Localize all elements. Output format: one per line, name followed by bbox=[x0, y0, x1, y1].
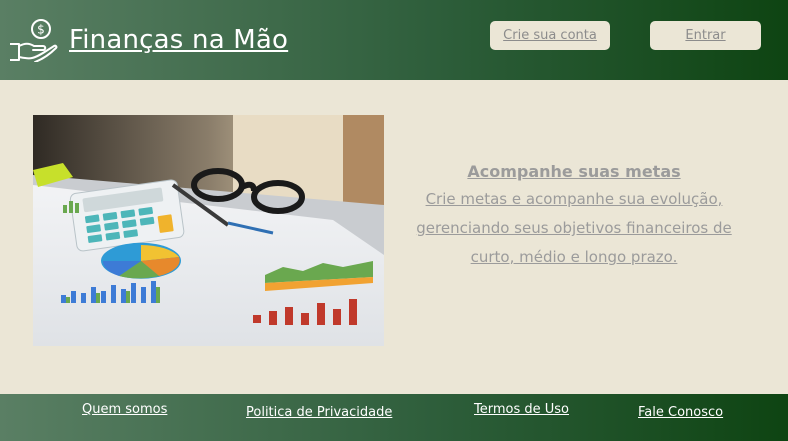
footer-link-about[interactable]: Quem somos bbox=[82, 402, 167, 417]
hero-description[interactable]: Crie metas e acompanhe sua evolução, ger… bbox=[404, 185, 744, 272]
footer-link-privacy[interactable]: Politica de Privacidade bbox=[246, 405, 392, 420]
footer-link-terms[interactable]: Termos de Uso bbox=[474, 402, 569, 417]
signup-button[interactable]: Crie sua conta bbox=[490, 21, 610, 50]
footer: Quem somos Politica de Privacidade Termo… bbox=[0, 394, 788, 441]
login-button[interactable]: Entrar bbox=[650, 21, 761, 50]
svg-text:$: $ bbox=[37, 23, 45, 37]
hero-content: Acompanhe suas metas Crie metas e acompa… bbox=[404, 162, 744, 272]
hand-holding-coin-icon: $ bbox=[10, 19, 58, 62]
footer-link-contact[interactable]: Fale Conosco bbox=[638, 405, 723, 420]
hero-title[interactable]: Acompanhe suas metas bbox=[404, 162, 744, 181]
top-navbar: $ Finanças na Mão Crie sua conta Entrar bbox=[0, 0, 788, 80]
brand-title[interactable]: Finanças na Mão bbox=[69, 25, 288, 55]
finance-desk-photo bbox=[33, 115, 384, 346]
